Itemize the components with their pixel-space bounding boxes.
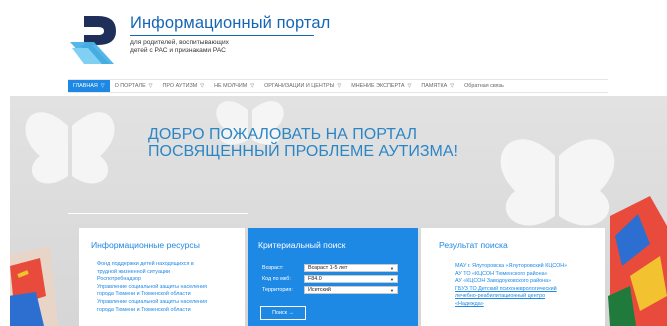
territory-label: Территория: [262,287,293,293]
hero-heading: ДОБРО ПОЖАЛОВАТЬ НА ПОРТАЛ ПОСВЯЩЕННЫЙ П… [148,126,458,160]
site-subtitle-line: для родителей, воспитывающих [130,39,229,46]
info-resources-panel: Информационные ресурсы Фонд поддержки де… [79,228,245,326]
search-result-link[interactable]: лечебно-реабилитационный центро [455,293,567,301]
nav-item-about[interactable]: О ПОРТАЛЕ ▽ [110,80,158,92]
nav-item-expert-opinion[interactable]: МНЕНИЕ ЭКСПЕРТА ▽ [346,80,416,92]
chevron-down-icon: ▽ [148,83,153,89]
search-results-list: МАУ г. Ялуторовска «Ялуторовский КЦСОН» … [455,263,567,309]
age-field-row: Возраст: Возраст 1-5 лет ▼ [262,264,398,272]
nav-item-label: ГЛАВНАЯ [73,83,98,89]
search-result-link[interactable]: «Надежда» [455,301,567,309]
butterfly-icon [500,139,615,226]
resource-link[interactable]: трудной жизненной ситуации [97,269,207,277]
nav-item-label: ОРГАНИЗАЦИИ И ЦЕНТРЫ [264,83,335,89]
chevron-down-icon: ▼ [390,276,394,282]
chevron-down-icon: ▼ [390,287,394,293]
nav-item-label: МНЕНИЕ ЭКСПЕРТА [351,83,405,89]
hero-heading-line: ПОСВЯЩЕННЫЙ ПРОБЛЕМЕ АУТИЗМА! [148,143,458,160]
age-select-value: Возраст 1-5 лет [308,265,348,271]
icd-code-label: Код по мкб: [262,276,291,282]
chevron-down-icon: ▽ [100,83,105,89]
territory-select-value: Исетский [308,287,331,293]
age-label: Возраст: [262,265,284,271]
icd-code-select-value: F84.0 [308,276,322,282]
logo-mark[interactable] [70,12,126,64]
nav-item-label: ПАМЯТКА [421,83,448,89]
chevron-down-icon: ▽ [337,83,342,89]
info-resources-title: Информационные ресурсы [91,240,200,250]
painted-hand-icon [10,246,58,326]
nav-item-home[interactable]: ГЛАВНАЯ ▽ [68,80,110,92]
search-button[interactable]: Поиск → [260,306,306,320]
butterfly-icon [25,112,115,184]
search-result-item[interactable]: МАУ г. Ялуторовска «Ялуторовский КЦСОН» [455,263,567,271]
nav-item-not-silent[interactable]: НЕ МОЛЧИМ ▽ [209,80,259,92]
nav-item-label: ПРО АУТИЗМ [162,83,198,89]
nav-item-feedback[interactable]: Обратная связь [459,80,509,92]
search-results-title: Результат поиска [439,240,508,250]
nav-item-label: Обратная связь [464,83,504,89]
title-underline [130,35,314,36]
nav-item-memo[interactable]: ПАМЯТКА ▽ [416,80,459,92]
resource-link[interactable]: Роспотребнадзор [97,276,207,284]
chevron-down-icon: ▽ [450,83,455,89]
site-subtitle: для родителей, воспитывающих детей с РАС… [130,39,229,55]
territory-select[interactable]: Исетский ▼ [304,286,398,294]
chevron-down-icon: ▽ [200,83,205,89]
resource-link[interactable]: Фонд поддержки детей находящихся в [97,261,207,269]
info-resources-list: Фонд поддержки детей находящихся в трудн… [97,261,207,314]
nav-item-autism[interactable]: ПРО АУТИЗМ ▽ [158,80,210,92]
site-subtitle-line: детей с РАС и признаками РАС [130,47,226,55]
hero-divider [68,213,248,214]
resource-link[interactable]: города Тюмени и Тюменской области [97,291,207,299]
main-nav: ГЛАВНАЯ ▽ О ПОРТАЛЕ ▽ ПРО АУТИЗМ ▽ НЕ МОЛЧИ… [68,79,608,93]
age-select[interactable]: Возраст 1-5 лет ▼ [304,264,398,272]
resource-link[interactable]: Управление социальной защиты населения [97,299,207,307]
icd-code-select[interactable]: F84.0 ▼ [304,275,398,283]
hero-heading-line: ДОБРО ПОЖАЛОВАТЬ НА ПОРТАЛ [148,126,417,143]
criteria-search-panel: Критериальный поиск Возраст: Возраст 1-5… [248,228,418,326]
site-title[interactable]: Информационный портал [130,14,330,33]
nav-item-label: О ПОРТАЛЕ [114,83,146,89]
criteria-search-title: Критериальный поиск [258,240,346,250]
resource-link[interactable]: города Тюмени и Тюменской области [97,307,207,315]
chevron-down-icon: ▼ [390,265,394,271]
territory-field-row: Территория: Исетский ▼ [262,286,398,294]
icd-code-field-row: Код по мкб: F84.0 ▼ [262,275,398,283]
painted-hand-icon [608,196,667,326]
chevron-down-icon: ▽ [250,83,255,89]
site-header: Информационный портал для родителей, вос… [0,0,667,70]
search-result-item[interactable]: АУ «КЦСОН Заводоуковского района» [455,278,567,286]
nav-item-label: НЕ МОЛЧИМ [214,83,248,89]
search-results-panel: Результат поиска МАУ г. Ялуторовска «Ялу… [421,228,605,326]
chevron-down-icon: ▽ [407,83,412,89]
nav-item-organizations[interactable]: ОРГАНИЗАЦИИ И ЦЕНТРЫ ▽ [259,80,346,92]
